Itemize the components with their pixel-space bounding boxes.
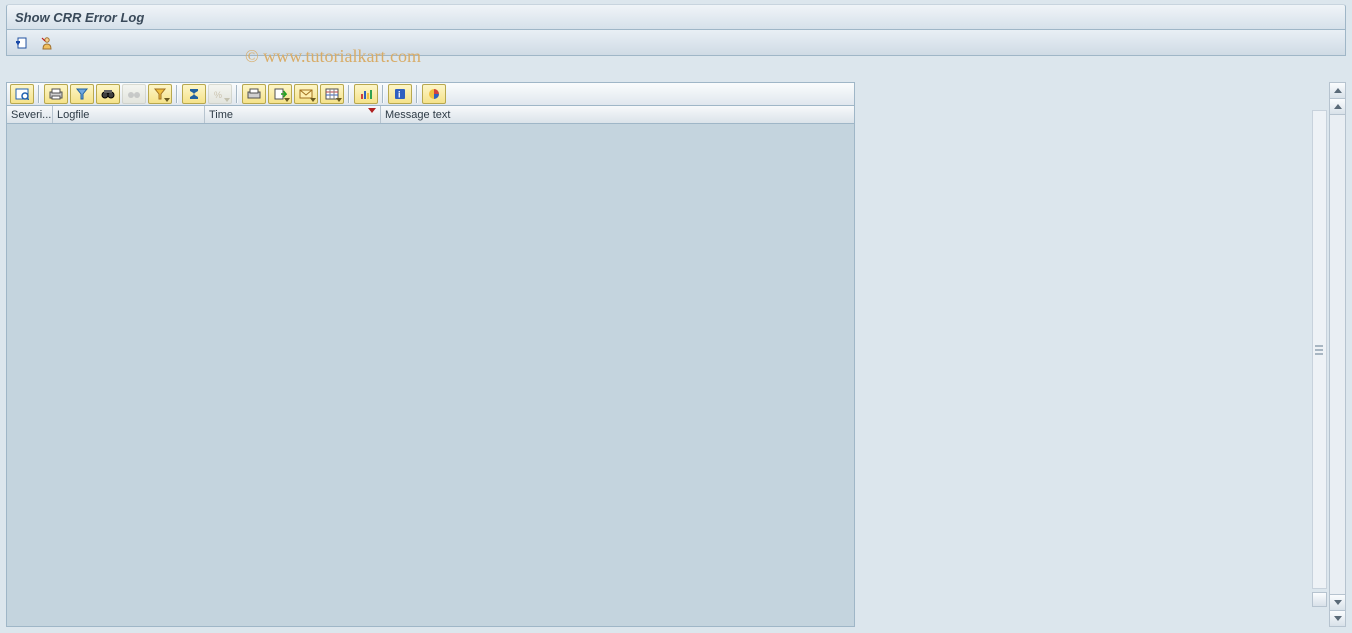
title-bar: Show CRR Error Log <box>6 4 1346 30</box>
column-message[interactable]: Message text <box>381 106 854 123</box>
alv-grid-pane: % i <box>6 82 855 627</box>
column-logfile[interactable]: Logfile <box>53 106 205 123</box>
local-file-button[interactable] <box>268 84 292 104</box>
separator <box>236 85 238 103</box>
layout-button[interactable] <box>320 84 344 104</box>
details-icon <box>15 88 29 100</box>
user-icon <box>40 36 54 50</box>
separator <box>176 85 178 103</box>
right-pane-size-box[interactable] <box>1312 592 1327 607</box>
info-icon: i <box>393 88 407 100</box>
svg-text:i: i <box>398 90 401 100</box>
separator <box>416 85 418 103</box>
refresh-icon <box>16 36 30 50</box>
scroll-down-button[interactable] <box>1330 610 1345 626</box>
pie-chart-icon <box>427 88 441 100</box>
total-button[interactable] <box>182 84 206 104</box>
refresh-button[interactable] <box>13 34 33 52</box>
arrow-down-icon <box>1334 616 1342 621</box>
binoculars-plus-icon <box>127 88 141 100</box>
find-next-disabled-button <box>122 84 146 104</box>
sort-descending-icon <box>368 108 376 113</box>
scroll-up-step-button[interactable] <box>1330 99 1345 115</box>
grid-body-empty <box>6 124 855 627</box>
print-preview-button[interactable] <box>242 84 266 104</box>
graphic-button[interactable] <box>354 84 378 104</box>
find-icon <box>75 88 89 100</box>
separator <box>382 85 384 103</box>
abc-button[interactable] <box>422 84 446 104</box>
find-button[interactable] <box>70 84 94 104</box>
separator <box>348 85 350 103</box>
bar-chart-icon <box>359 88 373 100</box>
print-button[interactable] <box>44 84 68 104</box>
details-button[interactable] <box>10 84 34 104</box>
subtotal-button: % <box>208 84 232 104</box>
scroll-up-button[interactable] <box>1330 83 1345 99</box>
printer-icon <box>49 88 63 100</box>
info-button[interactable]: i <box>388 84 412 104</box>
application-toolbar <box>6 30 1346 56</box>
separator <box>38 85 40 103</box>
sigma-icon <box>187 88 201 100</box>
filter-button[interactable] <box>148 84 172 104</box>
find-next-button[interactable] <box>96 84 120 104</box>
column-severity[interactable]: Severi... <box>7 106 53 123</box>
mail-button[interactable] <box>294 84 318 104</box>
scrollbar-track[interactable] <box>1330 115 1345 594</box>
right-pane <box>855 82 1329 627</box>
binoculars-icon <box>101 88 115 100</box>
column-time-label: Time <box>209 109 233 121</box>
column-header-row: Severi... Logfile Time Message text <box>6 106 855 124</box>
scrollbar-grip-icon <box>1315 345 1323 355</box>
vertical-scrollbar[interactable] <box>1329 82 1346 627</box>
column-time[interactable]: Time <box>205 106 381 123</box>
svg-text:%: % <box>214 90 222 100</box>
print-preview-icon <box>247 88 261 100</box>
page-title: Show CRR Error Log <box>15 10 144 25</box>
scroll-down-step-button[interactable] <box>1330 594 1345 610</box>
right-pane-scrollbar[interactable] <box>1312 110 1327 589</box>
arrow-up-icon <box>1334 88 1342 93</box>
user-display-button[interactable] <box>37 34 57 52</box>
arrow-up-icon <box>1334 104 1342 109</box>
arrow-down-icon <box>1334 600 1342 605</box>
alv-toolbar: % i <box>6 82 855 106</box>
